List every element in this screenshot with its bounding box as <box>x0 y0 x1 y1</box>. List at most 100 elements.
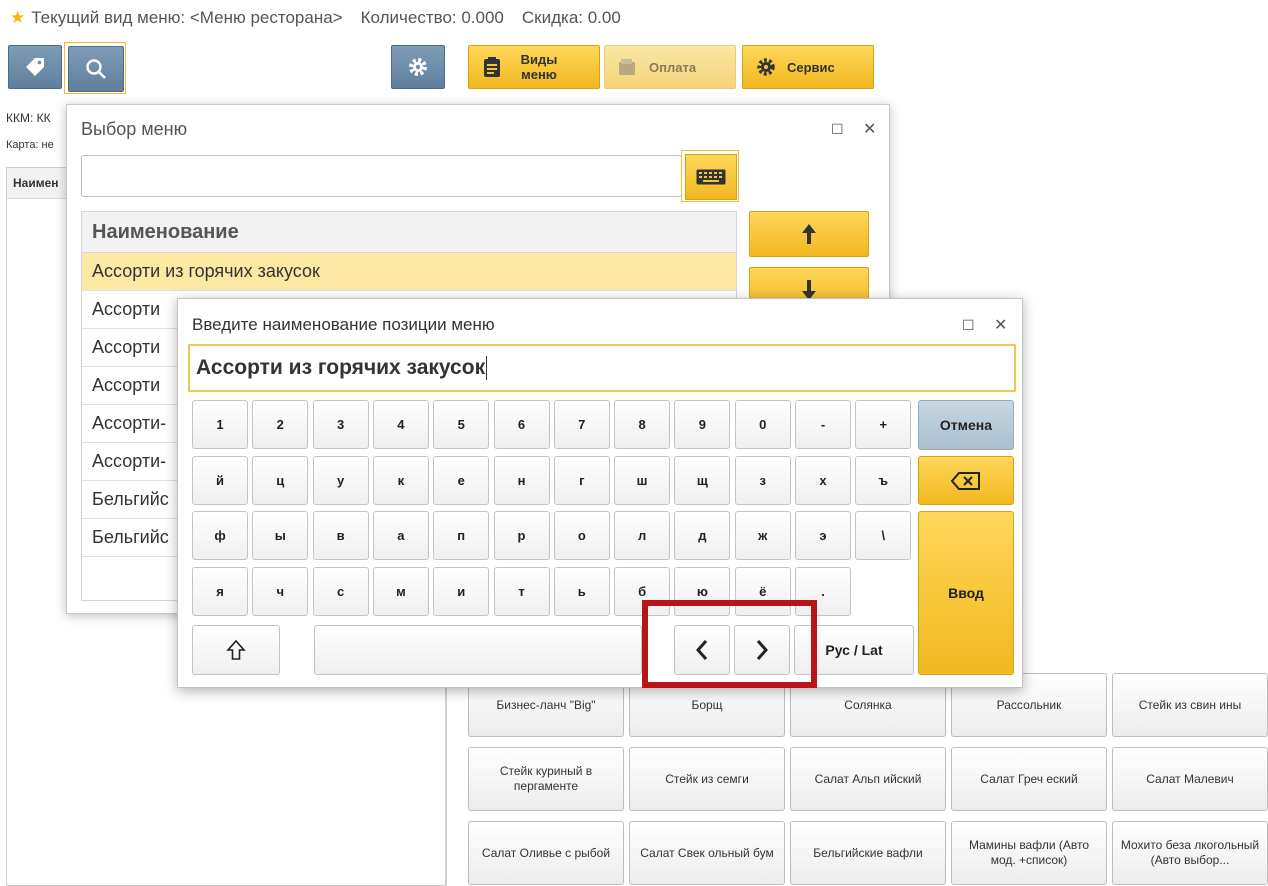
key[interactable]: 1 <box>192 400 248 449</box>
key[interactable]: д <box>674 511 731 560</box>
close-icon[interactable]: ✕ <box>863 119 876 139</box>
key[interactable]: а <box>372 511 429 560</box>
item-name-input[interactable]: Ассорти из горячих закусок <box>188 344 1016 392</box>
key[interactable]: з <box>734 456 791 505</box>
backspace-key[interactable] <box>918 456 1014 505</box>
key[interactable]: ь <box>553 567 610 616</box>
service-button[interactable]: Сервис <box>742 45 874 89</box>
status-header: ★ Текущий вид меню: <Меню ресторана> Колич… <box>10 8 621 28</box>
key[interactable]: к <box>372 456 429 505</box>
quantity-label: Количество: 0.000 <box>360 8 504 27</box>
key[interactable]: о <box>553 511 610 560</box>
key[interactable]: 7 <box>553 400 610 449</box>
wallet-icon <box>619 59 635 75</box>
key[interactable]: х <box>795 456 851 505</box>
arrow-up-icon <box>802 224 816 244</box>
menu-list-header: Наименование <box>82 212 736 253</box>
menu-search-input[interactable] <box>81 155 682 197</box>
kkm-label: ККМ: КК <box>6 111 51 125</box>
card-label: Карта: не <box>6 139 54 151</box>
key[interactable]: я <box>192 567 248 616</box>
menu-grid-button[interactable]: Салат Свек ольный бум <box>629 821 785 885</box>
key[interactable]: э <box>795 511 851 560</box>
key[interactable]: 2 <box>252 400 309 449</box>
menu-grid-button[interactable]: Салат Оливье с рыбой <box>468 821 624 885</box>
key[interactable]: у <box>312 456 369 505</box>
key[interactable]: й <box>192 456 248 505</box>
key[interactable]: г <box>553 456 610 505</box>
shift-icon <box>226 639 246 660</box>
cancel-key[interactable]: Отмена <box>918 400 1014 450</box>
shift-key[interactable] <box>192 625 280 675</box>
key[interactable]: щ <box>674 456 731 505</box>
dialog-title: Выбор меню <box>81 119 188 139</box>
key[interactable]: 4 <box>372 400 429 449</box>
tag-button[interactable] <box>8 45 62 89</box>
settings-button[interactable] <box>391 45 445 89</box>
menu-grid-button[interactable]: Мохито беза лкогольный (Авто выбор... <box>1112 821 1268 885</box>
dialog-title: Введите наименование позиции меню <box>192 315 495 334</box>
key[interactable]: ъ <box>855 456 912 505</box>
key[interactable]: т <box>493 567 550 616</box>
payment-button[interactable]: Оплата <box>604 45 736 89</box>
gear-icon <box>757 58 775 76</box>
clipboard-icon <box>484 57 500 77</box>
key[interactable]: + <box>855 400 912 449</box>
key[interactable]: ш <box>614 456 671 505</box>
key[interactable]: 9 <box>674 400 731 449</box>
key[interactable]: ж <box>734 511 791 560</box>
keyboard-icon <box>696 169 726 185</box>
key[interactable]: в <box>312 511 369 560</box>
key[interactable]: е <box>433 456 490 505</box>
key[interactable]: 8 <box>614 400 671 449</box>
keyboard-button[interactable] <box>685 154 737 200</box>
close-icon[interactable]: ✕ <box>994 315 1007 335</box>
key[interactable]: р <box>493 511 550 560</box>
key[interactable]: 3 <box>312 400 369 449</box>
highlight-box <box>642 600 817 688</box>
menu-grid-button[interactable]: Салат Греч еский <box>951 747 1107 811</box>
key[interactable]: ц <box>252 456 309 505</box>
menu-grid-button[interactable]: Салат Альп ийский <box>790 747 946 811</box>
menu-grid-button[interactable]: Стейк из семги <box>629 747 785 811</box>
search-icon <box>86 59 106 79</box>
key[interactable]: ч <box>252 567 309 616</box>
key[interactable]: н <box>493 456 550 505</box>
key[interactable]: п <box>433 511 490 560</box>
menu-list-item[interactable]: Ассорти из горячих закусок <box>82 253 736 291</box>
search-button[interactable] <box>68 46 124 92</box>
key[interactable]: 5 <box>433 400 490 449</box>
item-name-value: Ассорти из горячих закусок <box>196 356 486 379</box>
search-button-frame <box>64 42 126 94</box>
key[interactable]: м <box>372 567 429 616</box>
key[interactable]: \ <box>855 511 912 560</box>
backspace-icon <box>951 471 980 490</box>
gear-icon <box>409 58 427 76</box>
discount-label: Скидка: 0.00 <box>521 8 621 27</box>
key[interactable]: с <box>312 567 369 616</box>
scroll-up-button[interactable] <box>749 211 869 257</box>
maximize-icon[interactable]: ☐ <box>962 317 975 334</box>
menu-grid-button[interactable]: Стейк из свин ины <box>1112 673 1268 737</box>
key[interactable]: ф <box>192 511 248 560</box>
key[interactable]: л <box>614 511 671 560</box>
keyboard-dialog: Введите наименование позиции меню ☐ ✕ Ас… <box>177 298 1023 688</box>
key[interactable]: ы <box>252 511 309 560</box>
menu-grid-button[interactable]: Салат Малевич <box>1112 747 1268 811</box>
keyboard-button-frame <box>681 150 739 202</box>
menu-grid-button[interactable]: Мамины вафли (Авто мод. +список) <box>951 821 1107 885</box>
menu-types-label: Виды меню <box>520 52 558 82</box>
enter-key[interactable]: Ввод <box>918 511 1014 675</box>
key[interactable]: и <box>433 567 490 616</box>
payment-label: Оплата <box>649 59 697 75</box>
text-caret <box>486 356 488 381</box>
star-icon: ★ <box>10 8 26 27</box>
key[interactable]: - <box>795 400 851 449</box>
menu-grid-button[interactable]: Стейк куриный в пергаменте <box>468 747 624 811</box>
key[interactable]: 0 <box>734 400 791 449</box>
space-key[interactable] <box>314 625 642 675</box>
maximize-icon[interactable]: ☐ <box>831 121 844 138</box>
key[interactable]: 6 <box>493 400 550 449</box>
menu-grid-button[interactable]: Бельгийские вафли <box>790 821 946 885</box>
menu-types-button[interactable]: Виды меню <box>468 45 600 89</box>
